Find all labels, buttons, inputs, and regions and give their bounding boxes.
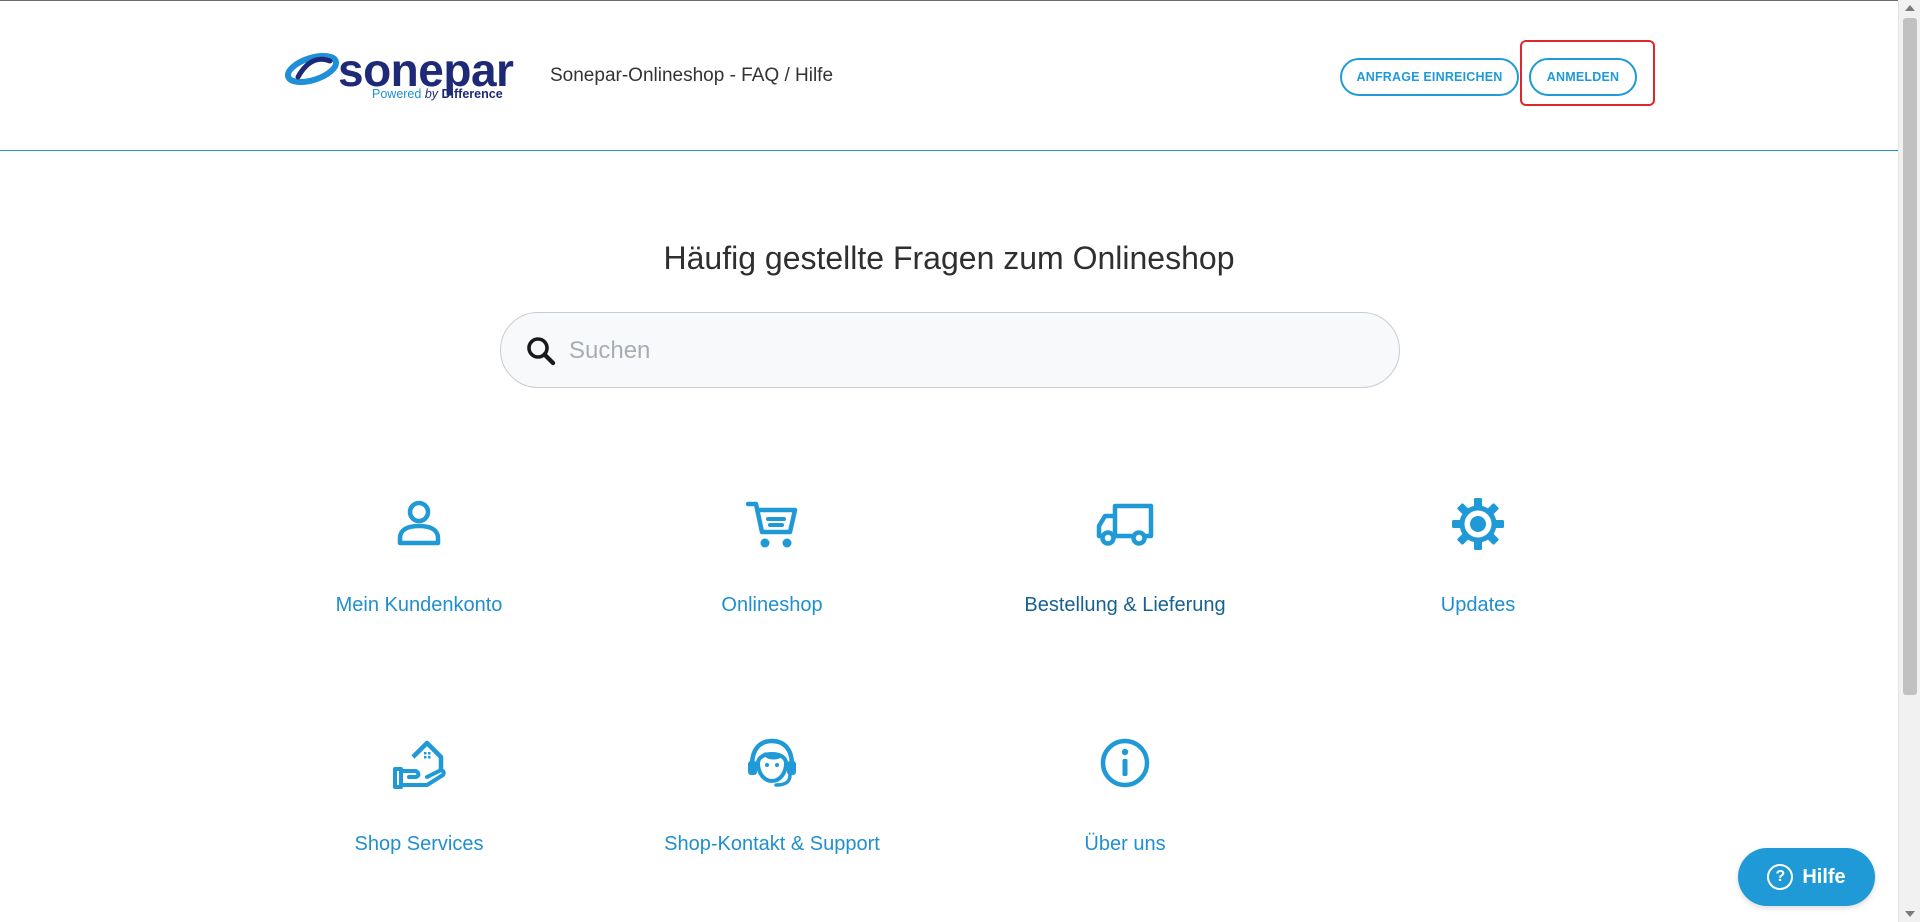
category-label: Updates [1440,594,1516,616]
info-icon [1100,738,1150,788]
category-order-delivery[interactable]: Bestellung & Lieferung [975,492,1275,617]
search-icon [527,337,556,366]
logo-tag-by: by [424,87,439,101]
hand-house-icon [393,740,446,789]
gear-icon [1452,498,1504,550]
sonepar-logo[interactable]: sonepar Powered by Difference [284,44,514,107]
logo-tag-difference: Difference [441,87,503,101]
scroll-up-arrow-icon[interactable] [1905,5,1915,11]
login-button[interactable]: ANMELDEN [1529,58,1637,96]
scroll-down-arrow-icon[interactable] [1905,911,1915,917]
submit-request-button[interactable]: ANFRAGE EINREICHEN [1340,58,1519,96]
category-label: Mein Kundenkonto [335,594,503,616]
headset-icon [748,738,796,787]
category-onlineshop[interactable]: Onlineshop [622,492,922,617]
cart-icon [745,501,798,548]
category-label: Shop Services [354,833,484,855]
search-bar[interactable] [500,312,1400,388]
category-label: Über uns [1084,833,1166,855]
category-label: Onlineshop [721,594,823,616]
logo-tagline: Powered by Difference [372,87,503,101]
truck-icon [1096,503,1154,546]
scrollbar-thumb[interactable] [1903,18,1917,695]
vertical-scrollbar[interactable] [1898,0,1920,922]
sonepar-logo-mark-icon [284,52,340,86]
category-about-us[interactable]: Über uns [975,731,1275,856]
header-title[interactable]: Sonepar-Onlineshop - FAQ / Hilfe [550,65,833,87]
logo-tag-powered: Powered [372,87,422,101]
category-label: Bestellung & Lieferung [1024,594,1226,616]
category-shop-services[interactable]: Shop Services [269,731,569,856]
site-header: sonepar Powered by Difference Sonepar-On… [0,1,1898,151]
category-customer-account[interactable]: Mein Kundenkonto [269,492,569,617]
help-label: Hilfe [1802,865,1846,888]
category-contact-support[interactable]: Shop-Kontakt & Support [622,731,922,856]
user-icon [397,500,441,546]
category-updates[interactable]: Updates [1328,492,1628,617]
search-input[interactable] [569,331,1369,371]
page-heading: Häufig gestellte Fragen zum Onlineshop [663,240,1235,276]
category-label: Shop-Kontakt & Support [664,833,880,855]
help-widget-button[interactable]: ? Hilfe [1738,848,1875,906]
question-icon: ? [1767,864,1794,890]
